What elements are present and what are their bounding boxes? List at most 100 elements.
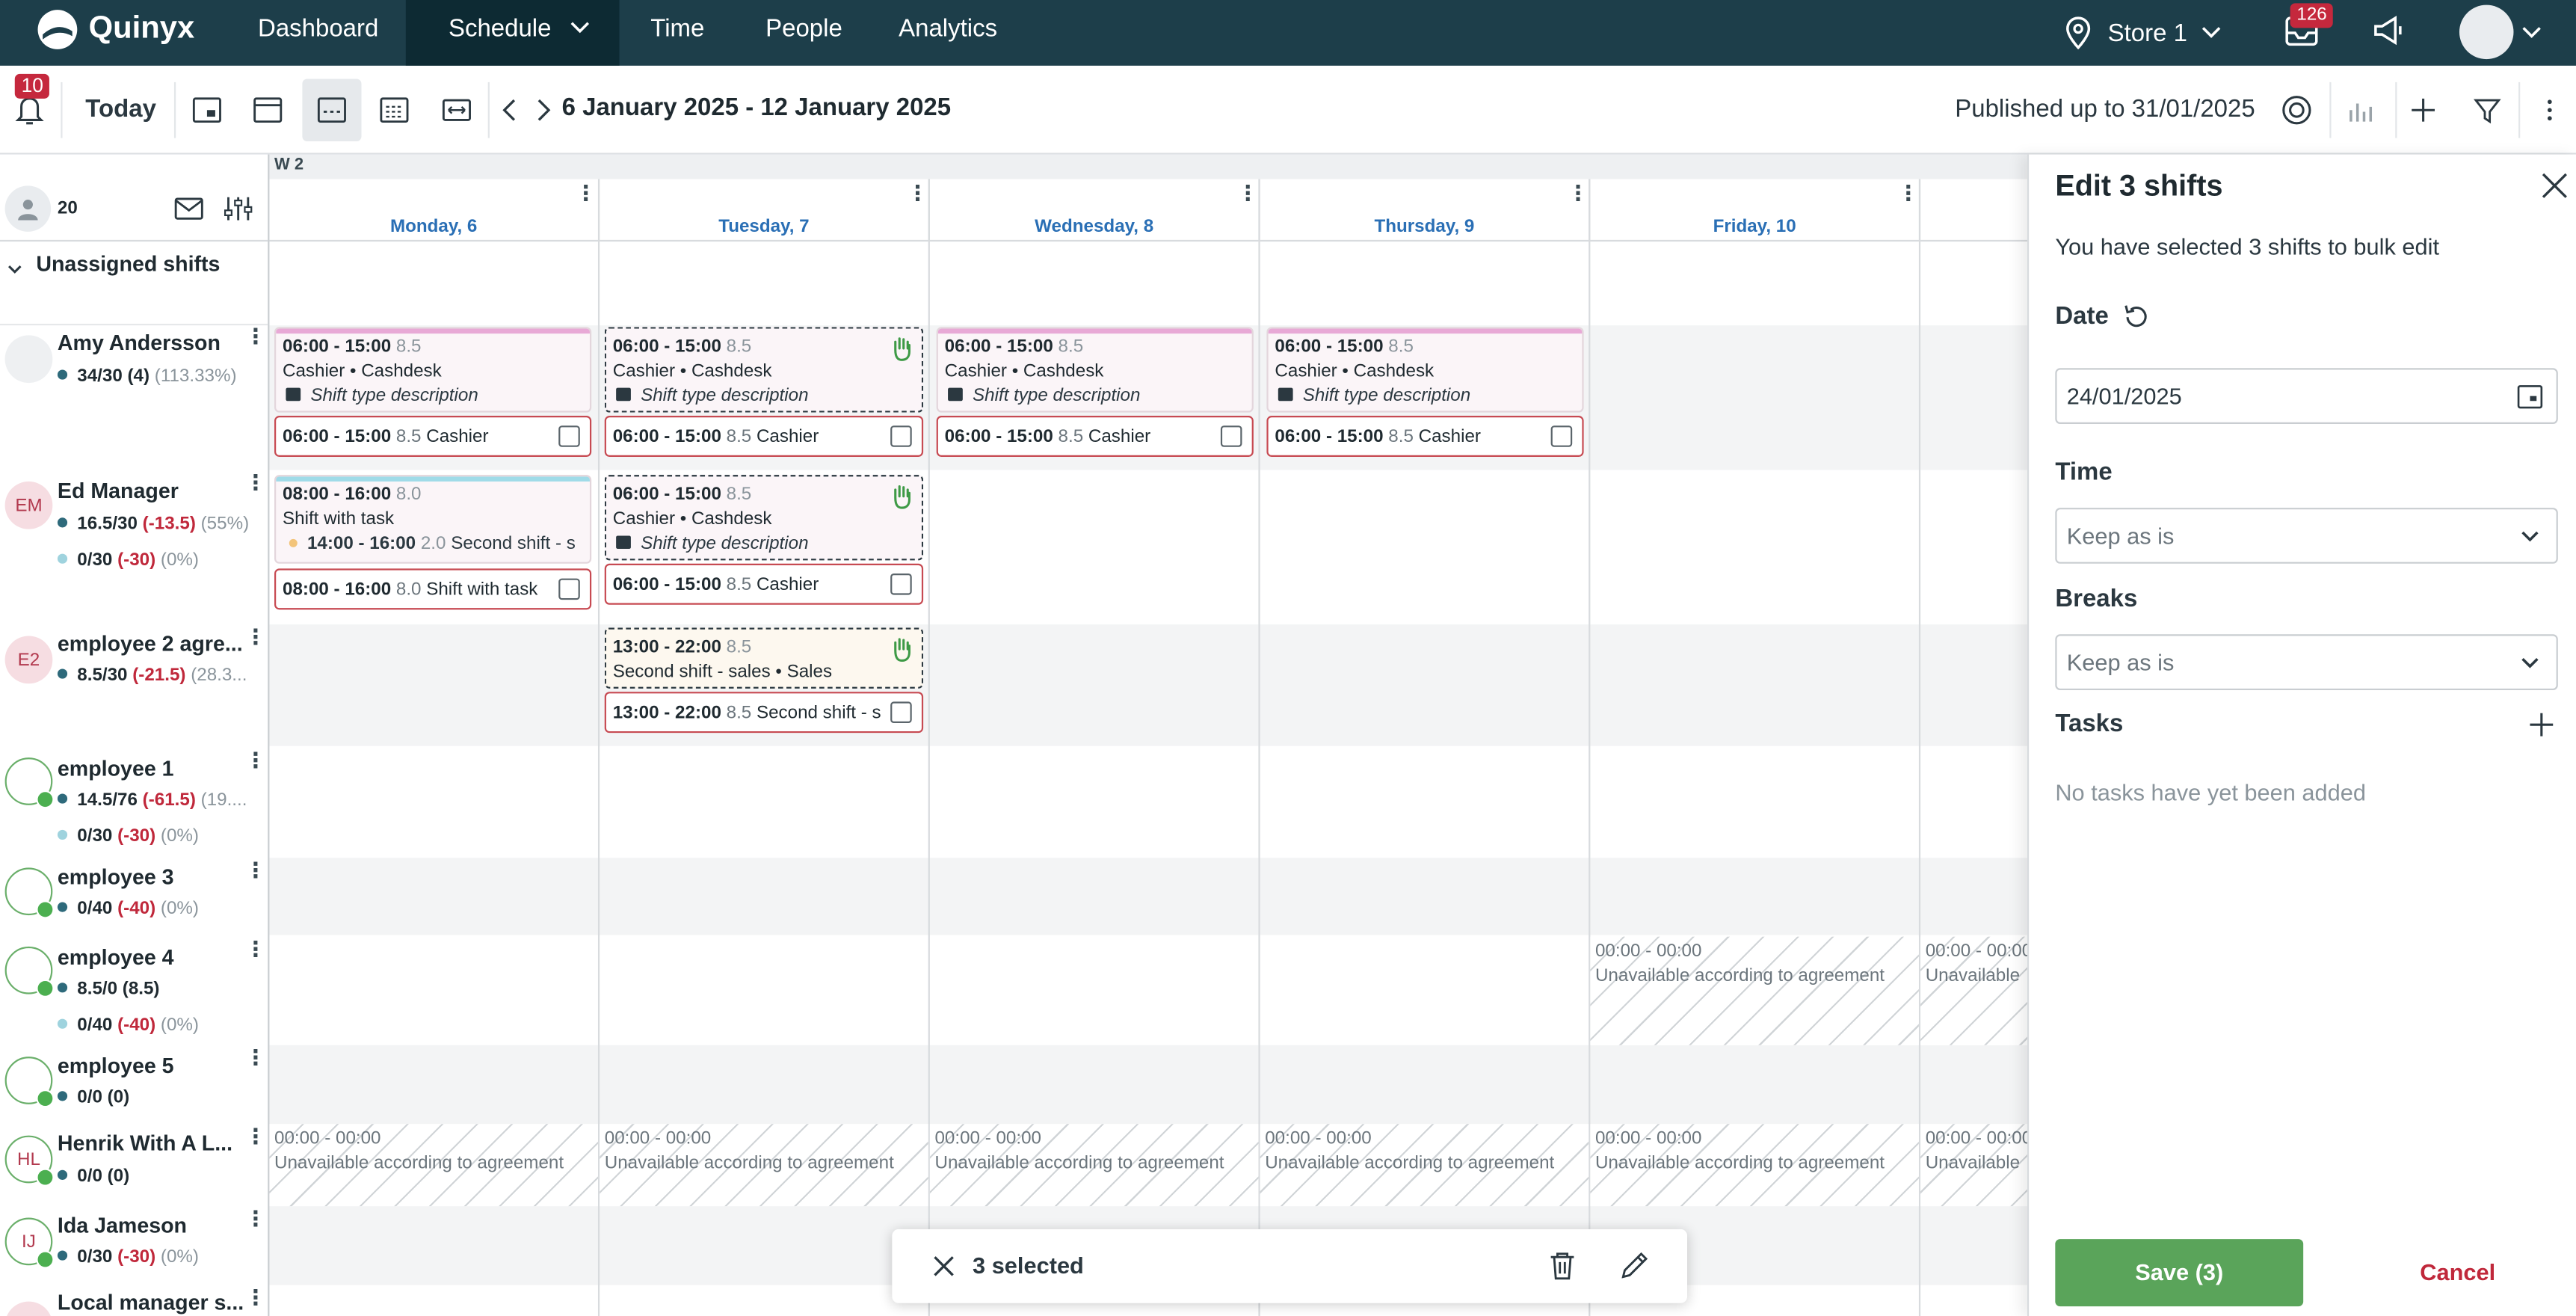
- select-checkbox[interactable]: [558, 425, 580, 447]
- employee-name: employee 4: [57, 944, 174, 970]
- edit-button[interactable]: [1620, 1250, 1650, 1285]
- day-header-friday[interactable]: Friday, 10 ⋮: [1590, 179, 1921, 242]
- delete-button[interactable]: [1549, 1250, 1575, 1285]
- more-vertical-icon[interactable]: ⋮: [1237, 182, 1259, 204]
- more-vertical-icon[interactable]: ⋮: [1897, 182, 1919, 204]
- breaks-select[interactable]: Keep as is: [2055, 634, 2558, 691]
- view-multiweek-button[interactable]: [302, 79, 362, 142]
- shift-time: 08:00 - 16:00 8.0: [283, 485, 422, 505]
- employee-row[interactable]: Local manager s... ⋮: [0, 1285, 268, 1316]
- employee-row[interactable]: E2 employee 2 agre... ⋮ 8.5/30 (-21.5) (…: [0, 624, 268, 746]
- more-vertical-icon[interactable]: ⋮: [244, 325, 266, 347]
- shift-card[interactable]: 08:00 - 16:00 8.0 Shift with task 14:00 …: [274, 475, 592, 564]
- panel-subtitle: You have selected 3 shifts to bulk edit: [2055, 233, 2440, 260]
- more-vertical-icon[interactable]: ⋮: [907, 182, 928, 204]
- select-checkbox[interactable]: [558, 578, 580, 600]
- preview-shift[interactable]: 06:00 - 15:00 8.5 Cashier: [1266, 416, 1584, 457]
- employee-row[interactable]: employee 3 ⋮ 0/40 (-40) (0%): [0, 858, 268, 935]
- shift-time: 06:00 - 15:00 8.5: [944, 336, 1084, 357]
- employee-row[interactable]: employee 1 ⋮ 14.5/76 (-61.5) (19.... 0/3…: [0, 746, 268, 858]
- preview-shift[interactable]: 06:00 - 15:00 8.5 Cashier: [604, 416, 924, 457]
- nav-dashboard[interactable]: Dashboard: [258, 0, 378, 66]
- publish-button[interactable]: [2274, 87, 2320, 133]
- time-select[interactable]: Keep as is: [2055, 508, 2558, 564]
- more-vertical-icon[interactable]: ⋮: [575, 182, 597, 204]
- view-timeline-button[interactable]: [434, 87, 480, 133]
- shift-card[interactable]: 06:00 - 15:00 8.5 Cashier • Cashdesk Shi…: [1266, 327, 1584, 413]
- nav-time[interactable]: Time: [650, 0, 704, 66]
- more-vertical-icon[interactable]: ⋮: [1568, 182, 1589, 204]
- save-button[interactable]: Save (3): [2055, 1239, 2304, 1307]
- employee-row[interactable]: employee 5 ⋮ 0/0 (0): [0, 1045, 268, 1124]
- preview-shift[interactable]: 06:00 - 15:00 8.5 Cashier: [936, 416, 1254, 457]
- more-options-button[interactable]: [2527, 87, 2573, 133]
- more-vertical-icon[interactable]: ⋮: [244, 859, 266, 881]
- message-button[interactable]: [174, 197, 204, 225]
- employee-row[interactable]: Amy Andersson ⋮ 34/30 (4) (113.33%): [0, 325, 268, 470]
- select-checkbox[interactable]: [890, 425, 912, 447]
- calendar-icon[interactable]: [2517, 384, 2543, 409]
- employee-row[interactable]: EM Ed Manager ⋮ 16.5/30 (-13.5) (55%) 0/…: [0, 470, 268, 625]
- select-checkbox[interactable]: [1550, 425, 1573, 447]
- day-header-thursday[interactable]: Thursday, 9 ⋮: [1260, 179, 1591, 242]
- select-checkbox[interactable]: [1220, 425, 1242, 447]
- employee-row[interactable]: employee 4 ⋮ 8.5/0 (8.5) 0/40 (-40) (0%): [0, 935, 268, 1045]
- close-panel-button[interactable]: [2540, 171, 2570, 206]
- shift-card-selected[interactable]: 13:00 - 22:00 8.5 Second shift - sales •…: [604, 627, 924, 689]
- shift-card-selected[interactable]: 06:00 - 15:00 8.5 Cashier • Cashdesk Shi…: [604, 327, 924, 413]
- select-checkbox[interactable]: [890, 701, 912, 723]
- filter-button[interactable]: [2465, 87, 2511, 133]
- more-vertical-icon[interactable]: ⋮: [244, 1125, 266, 1147]
- collapse-unassigned-button[interactable]: [7, 256, 23, 281]
- statistics-button[interactable]: [2338, 87, 2384, 133]
- view-day-button[interactable]: [184, 87, 230, 133]
- chevron-down-icon[interactable]: [2520, 25, 2543, 41]
- hours-stat: 8.5/0 (8.5): [57, 980, 159, 999]
- nav-people[interactable]: People: [765, 0, 842, 66]
- day-header-wednesday[interactable]: Wednesday, 8 ⋮: [929, 179, 1260, 242]
- add-task-button[interactable]: [2527, 710, 2557, 744]
- day-header-tuesday[interactable]: Tuesday, 7 ⋮: [600, 179, 930, 242]
- more-vertical-icon[interactable]: ⋮: [244, 1287, 266, 1309]
- today-button[interactable]: Today: [85, 95, 156, 123]
- date-input[interactable]: 24/01/2025: [2055, 368, 2558, 425]
- next-week-button[interactable]: [521, 87, 567, 133]
- preview-shift[interactable]: 06:00 - 15:00 8.5 Cashier: [274, 416, 592, 457]
- more-vertical-icon[interactable]: ⋮: [244, 472, 266, 494]
- expand-horizontal-icon: [442, 99, 471, 121]
- store-selector[interactable]: Store 1: [2063, 0, 2223, 66]
- preview-shift[interactable]: 08:00 - 16:00 8.0 Shift with task: [274, 568, 592, 610]
- clear-selection-button[interactable]: [931, 1254, 956, 1284]
- employee-row[interactable]: IJ Ida Jameson ⋮ 0/30 (-30) (0%): [0, 1206, 268, 1285]
- shift-card[interactable]: 06:00 - 15:00 8.5 Cashier • Cashdesk Shi…: [936, 327, 1254, 413]
- more-vertical-icon[interactable]: ⋮: [244, 1208, 266, 1229]
- preview-shift[interactable]: 13:00 - 22:00 8.5 Second shift - s: [604, 692, 924, 734]
- preview-shift[interactable]: 06:00 - 15:00 8.5 Cashier: [604, 563, 924, 605]
- unavailable-block: 00:00 - 00:00 Unavailable according to ag…: [269, 1124, 598, 1207]
- view-month-button[interactable]: [372, 87, 418, 133]
- day-header-monday[interactable]: Monday, 6 ⋮: [269, 179, 600, 242]
- cancel-button[interactable]: Cancel: [2384, 1239, 2532, 1306]
- sort-settings-button[interactable]: [224, 196, 253, 227]
- view-week-button[interactable]: [244, 87, 291, 133]
- announcements-button[interactable]: [2370, 15, 2406, 53]
- select-checkbox[interactable]: [890, 573, 912, 595]
- hours-stat: 0/30 (-30) (0%): [57, 1247, 199, 1267]
- hours-stat: 0/40 (-40) (0%): [57, 1015, 199, 1036]
- reset-date-button[interactable]: [2121, 302, 2151, 336]
- more-vertical-icon[interactable]: ⋮: [244, 749, 266, 771]
- more-vertical-icon[interactable]: ⋮: [244, 626, 266, 648]
- employee-name: Ed Manager: [57, 478, 179, 503]
- employee-row[interactable]: HL Henrik With A L... ⋮ 0/0 (0): [0, 1124, 268, 1206]
- nav-schedule[interactable]: Schedule: [405, 0, 620, 66]
- more-vertical-icon[interactable]: ⋮: [244, 1047, 266, 1069]
- shift-card[interactable]: 06:00 - 15:00 8.5 Cashier • Cashdesk Shi…: [274, 327, 592, 413]
- brand-logo[interactable]: Quinyx: [36, 8, 194, 51]
- shift-card-selected[interactable]: 06:00 - 15:00 8.5 Cashier • Cashdesk Shi…: [604, 475, 924, 561]
- date-range[interactable]: 6 January 2025 - 12 January 2025: [562, 93, 952, 121]
- user-avatar[interactable]: [2459, 4, 2514, 60]
- nav-analytics[interactable]: Analytics: [899, 0, 997, 66]
- add-shift-button[interactable]: [2400, 87, 2447, 133]
- more-vertical-icon[interactable]: ⋮: [244, 938, 266, 960]
- check-icon: [36, 1089, 55, 1108]
